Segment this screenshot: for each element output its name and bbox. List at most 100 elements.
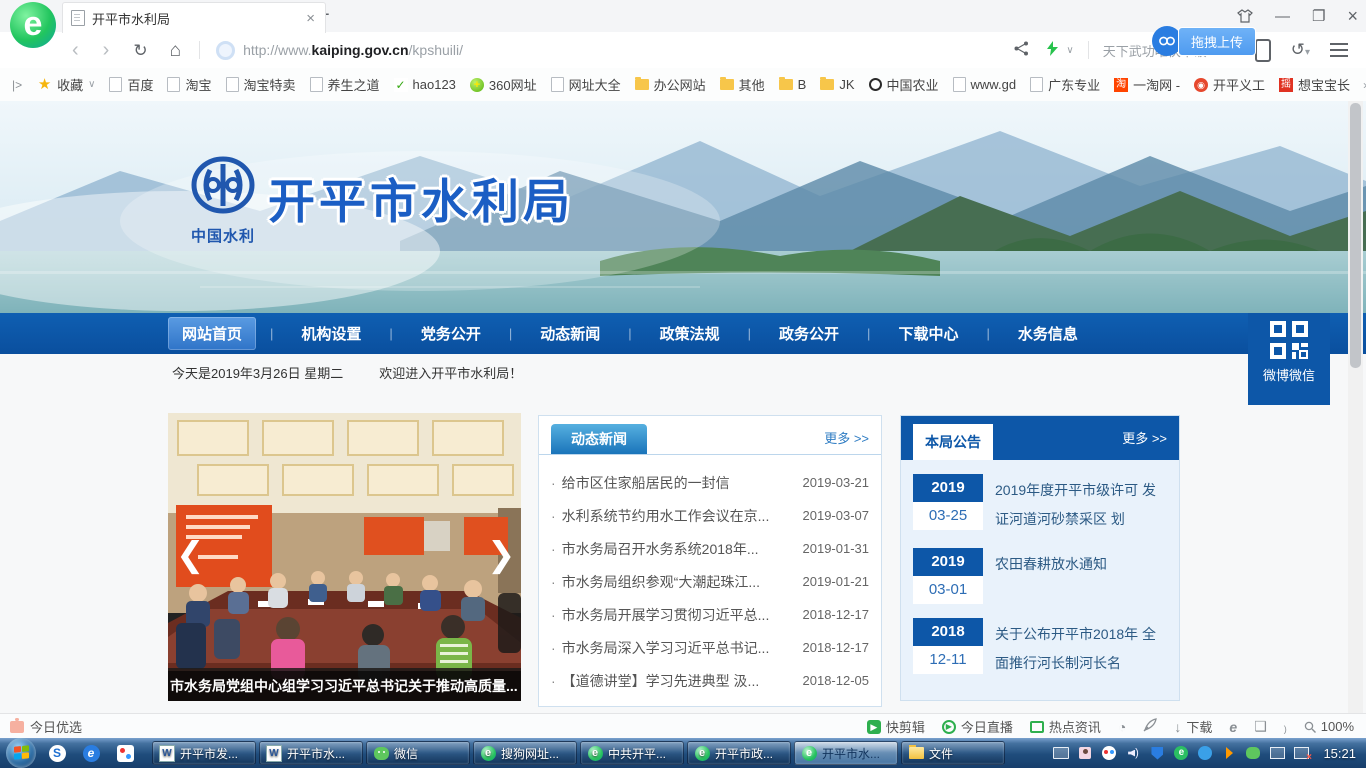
carousel-prev-icon[interactable]: ❮	[176, 535, 202, 575]
wechat-tray-icon[interactable]	[1245, 745, 1261, 761]
skin-theme-icon[interactable]	[1237, 9, 1253, 23]
ie-compat-icon[interactable]: e	[1229, 719, 1237, 735]
news-row[interactable]: ·【道德讲堂】学习先进典型 汲...2018-12-05	[551, 664, 869, 697]
volume-icon[interactable]: )	[1125, 745, 1141, 761]
bookmark-item[interactable]: 百度	[102, 72, 160, 97]
gift-icon[interactable]	[10, 721, 24, 733]
bookmark-item[interactable]: 淘一淘网 -	[1107, 72, 1187, 97]
news-title[interactable]: 市水务局深入学习习近平总书记...	[562, 638, 793, 658]
app-triangle-icon[interactable]	[1221, 745, 1237, 761]
tab-news[interactable]: 动态新闻	[551, 424, 647, 454]
bookmarks-overflow-icon[interactable]: »	[1359, 78, 1366, 92]
notice-row[interactable]: 201903-252019年度开平市级许可 发证河道河砂禁采区 划	[913, 474, 1167, 534]
sound-icon[interactable]: )	[1284, 719, 1287, 735]
app-blue-icon[interactable]	[1197, 745, 1213, 761]
chevron-down-icon[interactable]: ∨	[1066, 45, 1073, 56]
360-safety-icon[interactable]	[1101, 745, 1117, 761]
taskbar-window-button[interactable]: 文件	[901, 741, 1005, 765]
bookmark-item[interactable]: 其他	[713, 72, 772, 97]
news-title[interactable]: 给市区住家船居民的一封信	[562, 473, 793, 493]
close-button[interactable]: ×	[1347, 7, 1358, 25]
history-clock-icon[interactable]: ◔	[1118, 719, 1126, 735]
nav-item-3[interactable]: 党务公开	[407, 317, 495, 350]
nav-item-6[interactable]: 政务公开	[765, 317, 853, 350]
bookmark-item[interactable]: 淘宝特卖	[219, 72, 303, 97]
bookmark-item[interactable]: +360网址	[463, 72, 544, 97]
bookmark-item[interactable]: JK	[813, 74, 861, 95]
browser-tab[interactable]: 开平市水利局 ×	[62, 2, 326, 33]
toolbar-item[interactable]: ▶今日直播	[942, 717, 1013, 736]
undo-icon[interactable]: ↺▾	[1291, 40, 1310, 60]
tab-close-icon[interactable]: ×	[304, 10, 317, 27]
notice-more-link[interactable]: 更多 >>	[1122, 428, 1167, 447]
network-error-icon[interactable]	[1293, 745, 1309, 761]
bookmark-item[interactable]: 网址大全	[544, 72, 628, 97]
bookmark-item[interactable]: ★收藏∨	[30, 72, 102, 97]
daily-picks-label[interactable]: 今日优选	[30, 717, 82, 736]
taskbar-window-button[interactable]: W开平市水...	[259, 741, 363, 765]
download-button[interactable]: ↓下载	[1174, 717, 1212, 736]
input-method-icon[interactable]	[1053, 745, 1069, 761]
bookmark-item[interactable]: 淘宝	[160, 72, 218, 97]
quicklaunch-browser-icon[interactable]: e	[78, 741, 104, 765]
bookmark-item[interactable]: B	[772, 74, 814, 95]
site-info-icon[interactable]	[216, 41, 235, 60]
bookmark-item[interactable]: 中国农业	[862, 72, 946, 97]
minimize-button[interactable]: —	[1275, 9, 1290, 24]
shield-icon[interactable]	[1149, 745, 1165, 761]
zoom-control[interactable]: 100%	[1304, 719, 1354, 734]
network-icon[interactable]	[1269, 745, 1285, 761]
browser-tray-icon[interactable]: e	[1173, 745, 1189, 761]
notice-title[interactable]: 农田春耕放水通知	[995, 548, 1107, 604]
taskbar-window-button[interactable]: e搜狗网址...	[473, 741, 577, 765]
tab-notice[interactable]: 本局公告	[913, 424, 993, 460]
bookmark-item[interactable]: ◉开平义工	[1187, 72, 1272, 97]
menu-icon[interactable]	[1330, 49, 1348, 51]
quicklaunch-360-icon[interactable]	[112, 741, 138, 765]
notice-row[interactable]: 201812-11关于公布开平市2018年 全面推行河长制河长名	[913, 618, 1167, 678]
news-row[interactable]: ·水利系统节约用水工作会议在京...2019-03-07	[551, 499, 869, 532]
news-title[interactable]: 市水务局召开水务系统2018年...	[562, 539, 793, 559]
back-icon[interactable]: ‹	[72, 40, 79, 60]
home-icon[interactable]: ⌂	[170, 41, 181, 60]
news-row[interactable]: ·给市区住家船居民的一封信2019-03-21	[551, 466, 869, 499]
taskbar-window-button[interactable]: 微信	[366, 741, 470, 765]
start-button[interactable]	[6, 738, 36, 768]
notice-title[interactable]: 关于公布开平市2018年 全面推行河长制河长名	[995, 618, 1167, 678]
nav-item-1[interactable]: 网站首页	[168, 317, 256, 350]
scrollbar-thumb[interactable]	[1350, 103, 1361, 368]
forward-icon[interactable]: ›	[103, 40, 110, 60]
taskbar-window-button[interactable]: e中共开平...	[580, 741, 684, 765]
netdisk-upload-tooltip[interactable]: 拖拽上传	[1152, 28, 1256, 54]
nav-item-2[interactable]: 机构设置	[287, 317, 375, 350]
news-title[interactable]: 市水务局开展学习贯彻习近平总...	[562, 605, 793, 625]
window-mode-icon[interactable]: ❑	[1254, 718, 1267, 735]
taskbar-window-button[interactable]: e开平市政...	[687, 741, 791, 765]
bookmark-item[interactable]: 养生之道	[303, 72, 387, 97]
nav-item-5[interactable]: 政策法规	[646, 317, 734, 350]
taskbar-window-button[interactable]: e开平市水...	[794, 741, 898, 765]
nav-item-7[interactable]: 下载中心	[884, 317, 972, 350]
news-title[interactable]: 市水务局组织参观“大潮起珠江...	[562, 572, 793, 592]
notice-row[interactable]: 201903-01农田春耕放水通知	[913, 548, 1167, 604]
contact-icon[interactable]	[1077, 745, 1093, 761]
carousel-next-icon[interactable]: ❯	[487, 535, 513, 575]
toolbar-item[interactable]: 热点资讯	[1030, 717, 1101, 736]
taskbar-window-button[interactable]: W开平市发...	[152, 741, 256, 765]
news-more-link[interactable]: 更多 >>	[824, 428, 869, 447]
bookmark-item[interactable]: www.gd	[946, 74, 1024, 95]
news-row[interactable]: ·市水务局组织参观“大潮起珠江...2019-01-21	[551, 565, 869, 598]
bookmark-item[interactable]: 广东专业	[1023, 72, 1107, 97]
bookmark-item[interactable]: 办公网站	[628, 72, 713, 97]
restore-button[interactable]: ❐	[1312, 9, 1325, 24]
notice-title[interactable]: 2019年度开平市级许可 发证河道河砂禁采区 划	[995, 474, 1167, 534]
clock[interactable]: 15:21	[1323, 746, 1356, 761]
rocket-icon[interactable]	[1143, 718, 1157, 735]
social-qr-box[interactable]: 微博微信	[1248, 313, 1330, 405]
mobile-icon[interactable]	[1255, 39, 1271, 62]
news-row[interactable]: ·市水务局开展学习贯彻习近平总...2018-12-17	[551, 598, 869, 631]
nav-item-8[interactable]: 水务信息	[1004, 317, 1092, 350]
news-title[interactable]: 【道德讲堂】学习先进典型 汲...	[562, 671, 793, 691]
news-title[interactable]: 水利系统节约用水工作会议在京...	[562, 506, 793, 526]
bookmarks-expander-icon[interactable]: |>	[6, 78, 28, 92]
